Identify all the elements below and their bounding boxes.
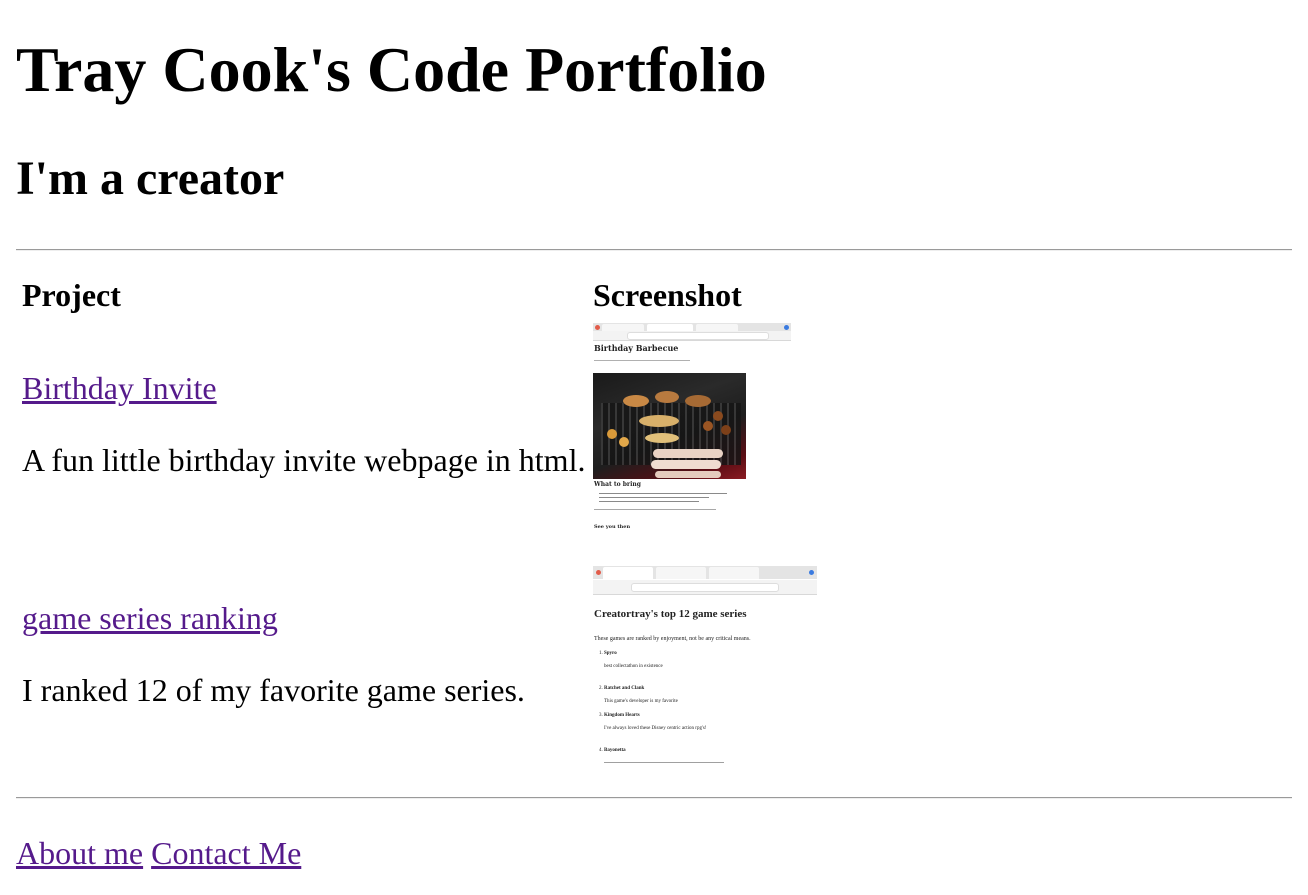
browser-icon (595, 325, 600, 330)
sausage (653, 449, 723, 458)
browser-tab (602, 324, 644, 331)
mini-list-number: 2. (599, 686, 603, 691)
mini-text-line (594, 509, 716, 510)
browser-address-bar (593, 580, 817, 595)
mini-page-title: Birthday Barbecue (594, 343, 679, 353)
url-field (627, 332, 769, 340)
contact-me-link[interactable]: Contact Me (151, 835, 301, 871)
mini-list-item-name: Ratchet and Clank (604, 686, 645, 691)
food-item (655, 391, 679, 403)
mini-list-item-name: Kingdom Hearts (604, 713, 640, 718)
mini-text-line (604, 762, 724, 763)
food-item (623, 395, 649, 407)
browser-address-bar (593, 331, 791, 341)
project-description: A fun little birthday invite webpage in … (22, 442, 586, 478)
column-header-screenshot: Screenshot (593, 277, 742, 313)
mini-list-number: 1. (599, 651, 603, 656)
url-field (631, 583, 779, 592)
mini-list-number: 4. (599, 748, 603, 753)
browser-tab-bar (593, 323, 791, 331)
food-item (645, 433, 679, 443)
food-item (685, 395, 711, 407)
browser-tab (656, 567, 706, 579)
footer-nav: About me Contact Me (16, 834, 309, 872)
browser-tab (696, 324, 738, 331)
mini-bullet-line (599, 493, 727, 494)
mini-list-number: 3. (599, 713, 603, 718)
bottom-divider (16, 797, 1292, 799)
project-description: I ranked 12 of my favorite game series. (22, 672, 525, 708)
profile-icon (784, 325, 789, 330)
food-item (703, 421, 713, 431)
sausage (655, 471, 721, 478)
project-link-birthday-invite[interactable]: Birthday Invite (22, 369, 217, 407)
project-link-game-series-ranking[interactable]: game series ranking (22, 599, 278, 637)
profile-icon (809, 570, 814, 575)
mini-bullet-line (599, 501, 699, 502)
sausage (651, 460, 721, 469)
page-title: Tray Cook's Code Portfolio (16, 34, 767, 105)
mini-list-item-note: best collectathon in existence (604, 664, 663, 669)
mini-list-item-note: This game's developer is my favorite (604, 699, 678, 704)
food-item (721, 425, 731, 435)
screenshot-game-series-ranking: Creatortray's top 12 game series These g… (593, 566, 817, 765)
grill-photo (593, 373, 746, 479)
browser-icon (596, 570, 601, 575)
mini-section-heading: What to bring (594, 481, 641, 488)
mini-list-item-name: Bayonetta (604, 748, 626, 753)
food-item (607, 429, 617, 439)
mini-list-item-name: Spyro (604, 651, 617, 656)
mini-text-line (594, 360, 690, 361)
mini-bullet-line (599, 497, 709, 498)
food-item (713, 411, 723, 421)
column-header-project: Project (22, 277, 121, 313)
browser-tab-bar (593, 566, 817, 579)
top-divider (16, 249, 1292, 251)
food-item (639, 415, 679, 427)
browser-tab (647, 324, 693, 331)
browser-tab (709, 567, 759, 579)
mini-page-title: Creatortray's top 12 game series (594, 608, 747, 620)
browser-tab (603, 567, 653, 579)
about-me-link[interactable]: About me (16, 835, 143, 871)
mini-intro-text: These games are ranked by enjoyment, not… (594, 636, 751, 642)
page-subtitle: I'm a creator (16, 152, 285, 205)
food-item (619, 437, 629, 447)
screenshot-birthday-invite: Birthday Barbecue What to bring See you … (593, 323, 791, 541)
mini-closing: See you then (594, 524, 631, 530)
mini-list-item-note: I've always loved these Disney centric a… (604, 726, 707, 731)
